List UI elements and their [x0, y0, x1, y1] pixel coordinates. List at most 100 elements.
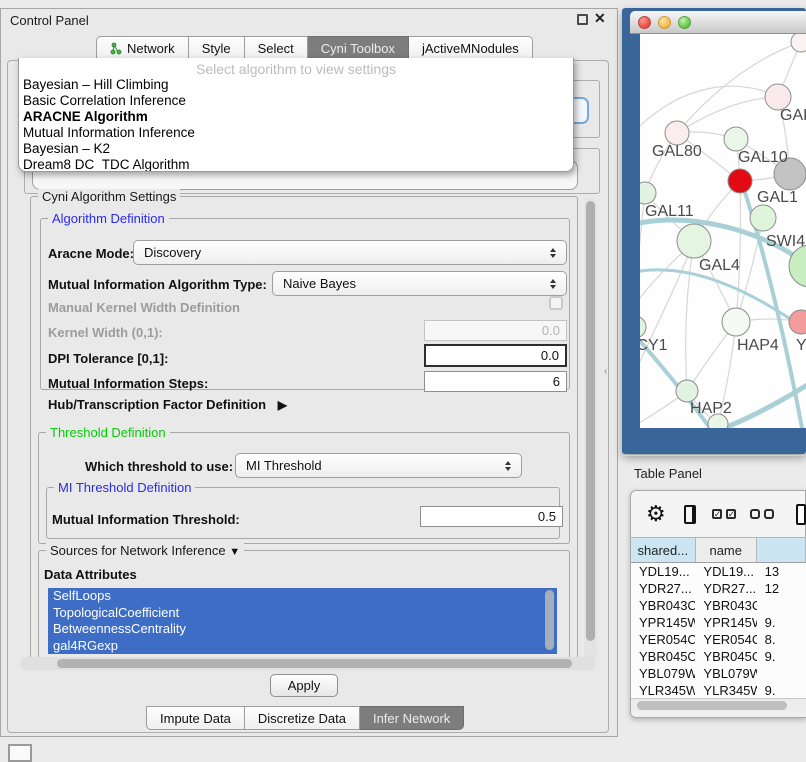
- tab-select[interactable]: Select: [245, 36, 308, 60]
- network-window-titlebar[interactable]: [630, 11, 806, 34]
- network-node[interactable]: [640, 316, 646, 338]
- control-panel-title: Control Panel: [10, 13, 89, 28]
- column-header-shared[interactable]: shared...: [631, 538, 696, 562]
- float-window-icon[interactable]: [577, 14, 588, 25]
- minimize-window-icon[interactable]: [658, 16, 671, 29]
- algorithm-option-bayesian-k2[interactable]: Bayesian – K2: [19, 141, 573, 157]
- table-row[interactable]: YBR045CYBR045C9.: [631, 648, 806, 665]
- network-edge[interactable]: [736, 181, 741, 322]
- tab-cyni-toolbox[interactable]: Cyni Toolbox: [308, 36, 409, 60]
- dpi-tolerance-input[interactable]: 0.0: [424, 344, 567, 367]
- network-edge[interactable]: [677, 97, 778, 133]
- expand-arrow-icon[interactable]: ▶: [278, 398, 287, 412]
- gear-icon[interactable]: ⚙: [646, 503, 666, 525]
- which-threshold-combo[interactable]: MI Threshold: [235, 453, 522, 478]
- kernel-width-input[interactable]: 0.0: [424, 320, 567, 341]
- table-cell: YPR145W: [695, 614, 756, 631]
- table-cell: 9.: [757, 682, 806, 698]
- network-node[interactable]: [750, 205, 776, 231]
- network-node[interactable]: [640, 182, 656, 204]
- attribute-item-gal4rgexp[interactable]: gal4RGexp: [48, 638, 557, 655]
- columns-icon[interactable]: [684, 505, 696, 524]
- settings-horizontal-scrollbar[interactable]: [20, 657, 596, 670]
- tab-jactivemnodules[interactable]: jActiveMNodules: [409, 36, 533, 60]
- algorithm-option-mutual-information-inference[interactable]: Mutual Information Inference: [19, 125, 573, 141]
- column-header-2[interactable]: [757, 538, 806, 562]
- tab-style[interactable]: Style: [189, 36, 245, 60]
- settings-vertical-scrollbar[interactable]: [584, 198, 597, 660]
- scrollbar-thumb[interactable]: [57, 659, 572, 668]
- manual-kernel-width-checkbox[interactable]: [549, 296, 563, 310]
- network-node[interactable]: [722, 308, 750, 336]
- hub-definition-expander[interactable]: Hub/Transcription Factor Definition ▶: [48, 397, 287, 412]
- panel-divider-collapse-icon[interactable]: ‹: [604, 366, 607, 377]
- table-row[interactable]: YDR27...YDR27...12: [631, 580, 806, 597]
- network-node-label-gal1: GAL1: [757, 189, 798, 206]
- close-panel-icon[interactable]: ✕: [594, 10, 606, 27]
- network-node[interactable]: [677, 224, 711, 258]
- table-row[interactable]: YER054CYER054C8.: [631, 631, 806, 648]
- network-node[interactable]: [665, 121, 689, 145]
- tab-discretize-data[interactable]: Discretize Data: [245, 706, 360, 730]
- table-horizontal-scrollbar[interactable]: [631, 698, 806, 711]
- network-canvas[interactable]: GALGAL80GAL10GAL1GAL11SWI4GAL4GCY1HAP4YH…: [640, 34, 806, 428]
- network-node[interactable]: [791, 34, 806, 52]
- tab-select-label: Select: [258, 41, 294, 56]
- algorithm-option-bayesian-hill-climbing[interactable]: Bayesian – Hill Climbing: [19, 77, 573, 93]
- apply-button[interactable]: Apply: [270, 674, 338, 697]
- mi-steps-input[interactable]: 6: [424, 371, 567, 392]
- network-node-label-gcy1: GCY1: [640, 337, 668, 354]
- network-node[interactable]: [724, 127, 748, 151]
- scrollbar-thumb[interactable]: [637, 701, 787, 710]
- attribute-item-selfloops[interactable]: SelfLoops: [48, 588, 557, 605]
- scrollbar-thumb[interactable]: [586, 201, 595, 641]
- list-scrollbar-thumb[interactable]: [545, 590, 554, 650]
- export-table-icon[interactable]: [796, 504, 806, 525]
- algorithm-option-aracne-algorithm[interactable]: ARACNE Algorithm: [19, 109, 573, 125]
- sources-group-label: Sources for Network Inference ▼: [46, 543, 244, 558]
- attribute-item-topologicalcoefficient[interactable]: TopologicalCoefficient: [48, 605, 557, 622]
- network-node[interactable]: [728, 169, 752, 193]
- table-cell: YER054C: [695, 631, 756, 648]
- table-cell: YDL19...: [631, 563, 695, 580]
- network-node-label-gal80: GAL80: [652, 143, 702, 160]
- network-node[interactable]: [676, 380, 698, 402]
- tab-infer-network[interactable]: Infer Network: [360, 706, 464, 730]
- table-row[interactable]: YDL19...YDL19...13: [631, 563, 806, 580]
- table-cell: YDR27...: [631, 580, 695, 597]
- table-cell: YBR043C: [695, 597, 756, 614]
- column-header-name[interactable]: name: [696, 538, 757, 562]
- table-cell: YPR145W: [631, 614, 695, 631]
- docked-panel-icon[interactable]: [8, 744, 32, 762]
- table-cell: YER054C: [631, 631, 695, 648]
- algorithm-option-dream8-dc-tdc-algorithm[interactable]: Dream8 DC_TDC Algorithm: [19, 157, 573, 172]
- network-node[interactable]: [789, 310, 806, 334]
- data-attributes-list[interactable]: SelfLoopsTopologicalCoefficientBetweenne…: [48, 588, 557, 654]
- table-window-footer: [631, 711, 806, 717]
- network-node-label-gal: GAL: [780, 107, 806, 124]
- table-row[interactable]: YBR043CYBR043C: [631, 597, 806, 614]
- which-threshold-value: MI Threshold: [236, 458, 500, 473]
- threshold-definition-label: Threshold Definition: [46, 425, 170, 440]
- tab-impute-data[interactable]: Impute Data: [146, 706, 245, 730]
- table-panel-title: Table Panel: [634, 466, 702, 481]
- aracne-mode-combo[interactable]: Discovery: [133, 240, 567, 265]
- tab-network[interactable]: Network: [96, 36, 189, 60]
- close-window-icon[interactable]: [638, 16, 651, 29]
- network-edge[interactable]: [686, 241, 694, 391]
- algorithm-option-basic-correlation-inference[interactable]: Basic Correlation Inference: [19, 93, 573, 109]
- mi-threshold-input[interactable]: 0.5: [420, 506, 563, 527]
- table-row[interactable]: YLR345WYLR345W9.: [631, 682, 806, 698]
- select-all-columns-icon[interactable]: ✓✓: [712, 509, 736, 519]
- attribute-item-betweennesscentrality[interactable]: BetweennessCentrality: [48, 621, 557, 638]
- mi-algorithm-type-combo[interactable]: Naive Bayes: [272, 271, 567, 296]
- deselect-all-columns-icon[interactable]: [750, 509, 774, 519]
- zoom-window-icon[interactable]: [678, 16, 691, 29]
- collapse-arrow-icon[interactable]: ▼: [229, 546, 240, 558]
- mi-threshold-label: Mutual Information Threshold:: [52, 512, 240, 527]
- table-cell: 8.: [757, 631, 806, 648]
- table-row[interactable]: YPR145WYPR145W9.: [631, 614, 806, 631]
- network-edge[interactable]: [640, 86, 778, 126]
- manual-kernel-width-label: Manual Kernel Width Definition: [48, 300, 240, 315]
- table-row[interactable]: YBL079WYBL079W: [631, 665, 806, 682]
